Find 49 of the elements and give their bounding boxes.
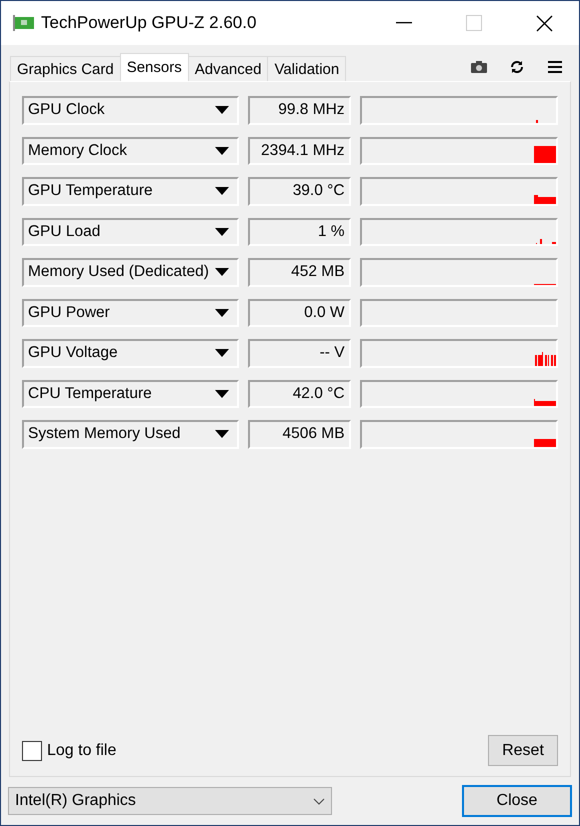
sensor-value: 2394.1 MHz bbox=[248, 136, 351, 165]
graph-bars-drawing bbox=[534, 146, 556, 164]
device-select[interactable]: Intel(R) Graphics bbox=[8, 787, 332, 815]
reset-button[interactable]: Reset bbox=[488, 735, 558, 766]
menu-icon[interactable] bbox=[545, 58, 565, 76]
sensor-value: 99.8 MHz bbox=[248, 96, 351, 124]
graph-bars-drawing bbox=[536, 120, 538, 123]
dropdown-arrow-icon bbox=[215, 308, 230, 317]
sensor-name-dropdown[interactable]: GPU Temperature bbox=[22, 177, 240, 206]
dropdown-arrow-icon bbox=[215, 187, 230, 196]
close-icon bbox=[536, 14, 552, 32]
minimize-icon bbox=[396, 22, 412, 24]
dropdown-arrow-icon bbox=[215, 349, 230, 358]
dropdown-arrow-icon bbox=[215, 228, 230, 236]
graph-bars-drawing bbox=[534, 439, 556, 447]
camera-icon[interactable] bbox=[469, 58, 489, 76]
sensor-name-dropdown[interactable]: GPU Power bbox=[22, 298, 240, 327]
window-title: TechPowerUp GPU-Z 2.60.0 bbox=[41, 13, 258, 33]
dropdown-arrow-icon bbox=[215, 146, 230, 155]
graphics-card-icon bbox=[13, 14, 35, 32]
sensor-name-dropdown[interactable]: Memory Used (Dedicated) bbox=[22, 258, 240, 286]
tab[interactable]: Validation bbox=[267, 56, 346, 81]
graph-bars-drawing bbox=[534, 398, 556, 406]
sensor-value: 1 % bbox=[248, 218, 351, 246]
dropdown-arrow-icon bbox=[215, 106, 230, 114]
dropdown-arrow-icon bbox=[215, 430, 230, 438]
graph-bars-drawing bbox=[534, 195, 556, 204]
dropdown-arrow-icon bbox=[215, 390, 230, 398]
close-dialog-button[interactable]: Close bbox=[462, 785, 572, 817]
log-checkbox[interactable] bbox=[22, 740, 42, 760]
sensor-value: 4506 MB bbox=[248, 420, 351, 448]
sensor-name-dropdown[interactable]: GPU Clock bbox=[22, 96, 240, 124]
sensor-value: 452 MB bbox=[248, 258, 351, 286]
maximize-icon bbox=[466, 15, 482, 31]
graph-bars-drawing bbox=[534, 352, 556, 366]
dropdown-arrow-icon bbox=[215, 268, 230, 276]
sensor-value: 42.0 °C bbox=[248, 380, 351, 408]
sensor-name-dropdown[interactable]: System Memory Used bbox=[22, 420, 240, 448]
sensor-name-dropdown[interactable]: GPU Load bbox=[22, 218, 240, 246]
sensor-value: 0.0 W bbox=[248, 298, 351, 327]
tab[interactable]: Graphics Card bbox=[10, 56, 121, 81]
tab[interactable]: Sensors bbox=[120, 53, 189, 81]
log-label: Log to file bbox=[47, 742, 116, 760]
chevron-icon bbox=[313, 798, 325, 804]
sensor-name-dropdown[interactable]: CPU Temperature bbox=[22, 380, 240, 408]
sensor-value: 39.0 °C bbox=[248, 177, 351, 206]
sensor-name-dropdown[interactable]: Memory Clock bbox=[22, 136, 240, 165]
sensor-name-dropdown[interactable]: GPU Voltage bbox=[22, 339, 240, 368]
sensor-value: -- V bbox=[248, 339, 351, 368]
